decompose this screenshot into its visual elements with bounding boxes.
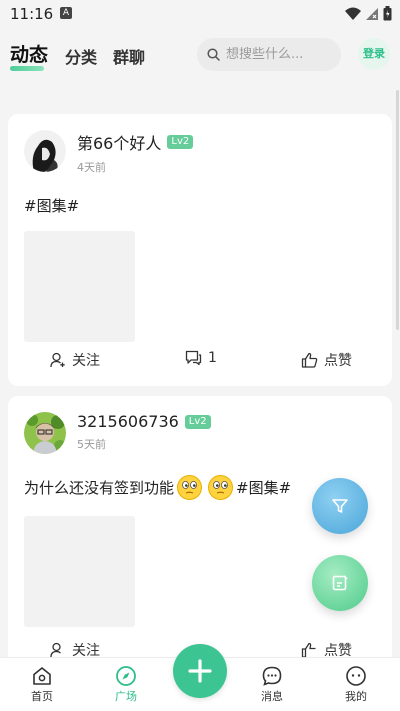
profile-icon [346,666,366,686]
nav-messages-label: 消息 [261,690,283,703]
post-time: 4天前 [77,161,106,174]
status-time: 11:16 [10,5,54,23]
wifi-icon [345,7,361,20]
nav-mine[interactable]: 我的 [326,664,386,704]
username[interactable]: 第66个好人 [77,130,161,154]
follow-button[interactable]: 关注 [50,640,100,657]
edit-icon [332,575,348,591]
app-notification-icon: A [60,7,72,19]
bottom-nav: 首页 广场 消息 我的 [0,644,400,711]
comment-button[interactable]: 1 [185,350,217,366]
battery-icon [383,6,392,21]
follow-label: 关注 [72,643,100,657]
status-icons [345,6,392,21]
nav-home[interactable]: 首页 [12,664,72,704]
nav-messages[interactable]: 消息 [242,664,302,704]
post-image[interactable] [24,516,135,627]
active-tab-indicator [10,66,44,71]
message-icon [262,666,282,686]
filter-button[interactable] [312,478,368,534]
login-button[interactable]: 登录 [358,38,390,70]
like-label: 点赞 [324,353,352,369]
post-image[interactable] [24,231,135,342]
tab-dynamics-label: 动态 [10,44,49,66]
post-actions: 关注 1 点赞 [8,350,392,372]
status-bar: 11:16 A [0,0,400,28]
post-author-row: 3215606736 Lv2 5天前 [24,412,376,454]
username[interactable]: 3215606736 [77,412,179,431]
emoji-thinking-icon [177,475,203,500]
nav-mine-label: 我的 [345,690,367,703]
nav-square[interactable]: 广场 [96,664,156,704]
avatar[interactable] [24,130,66,172]
post-text-main: 为什么还没有签到功能 [24,479,175,497]
tab-group-chat[interactable]: 群聊 [113,44,145,68]
avatar[interactable] [24,412,66,454]
post-text[interactable]: #图集# [24,195,376,216]
user-plus-icon [50,352,65,368]
level-badge: Lv2 [167,135,194,149]
post-hashtag[interactable]: #图集# [236,477,291,498]
search-bar[interactable] [197,38,341,71]
level-badge: Lv2 [184,414,211,429]
tab-dynamics[interactable]: 动态 [10,40,49,71]
nav-square-label: 广场 [115,690,137,703]
tab-categories[interactable]: 分类 [65,44,97,68]
nav-home-label: 首页 [31,690,53,703]
emoji-thinking-icon [208,475,234,500]
comment-icon [185,350,202,366]
post-card[interactable]: 第66个好人 Lv2 4天前 #图集# 关注 1 点赞 [8,114,392,386]
thumb-up-icon [301,352,318,368]
follow-button[interactable]: 关注 [50,350,100,370]
like-button[interactable]: 点赞 [301,350,352,370]
filter-icon [332,499,348,513]
add-button[interactable] [173,644,227,698]
user-plus-icon [50,642,61,657]
comment-count: 1 [208,350,217,366]
home-icon [33,667,51,685]
search-input[interactable] [226,47,331,62]
search-icon [207,48,220,61]
post-author-row: 第66个好人 Lv2 4天前 [24,130,376,175]
new-post-button[interactable] [312,555,368,611]
like-label: 点赞 [324,643,352,657]
post-time: 5天前 [77,438,106,451]
plus-icon [188,659,212,683]
signal-icon [366,7,378,20]
compass-icon [116,666,136,686]
feed-scrollbar[interactable] [396,90,399,330]
thumb-up-icon [301,642,316,657]
top-header: 动态 分类 群聊 登录 [0,28,400,82]
like-button[interactable]: 点赞 [301,640,352,657]
follow-label: 关注 [72,353,100,369]
